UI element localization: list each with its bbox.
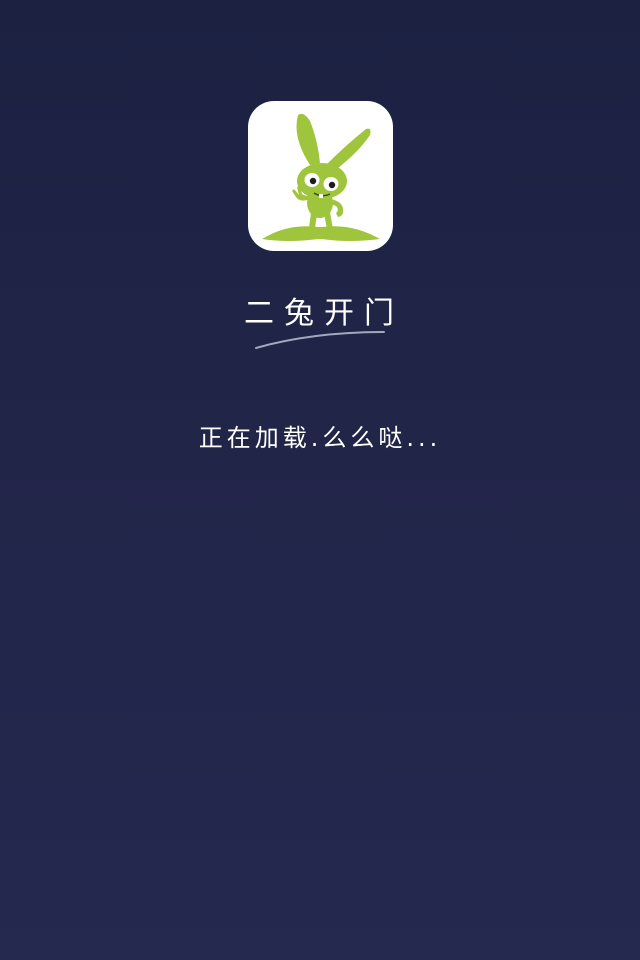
loading-status-text: 正在加载.么么哒... (198, 424, 442, 452)
app-logo (248, 101, 393, 251)
rabbit-icon (262, 113, 380, 241)
title-underline-stroke (255, 331, 385, 349)
rabbit-base-shape (262, 226, 380, 241)
